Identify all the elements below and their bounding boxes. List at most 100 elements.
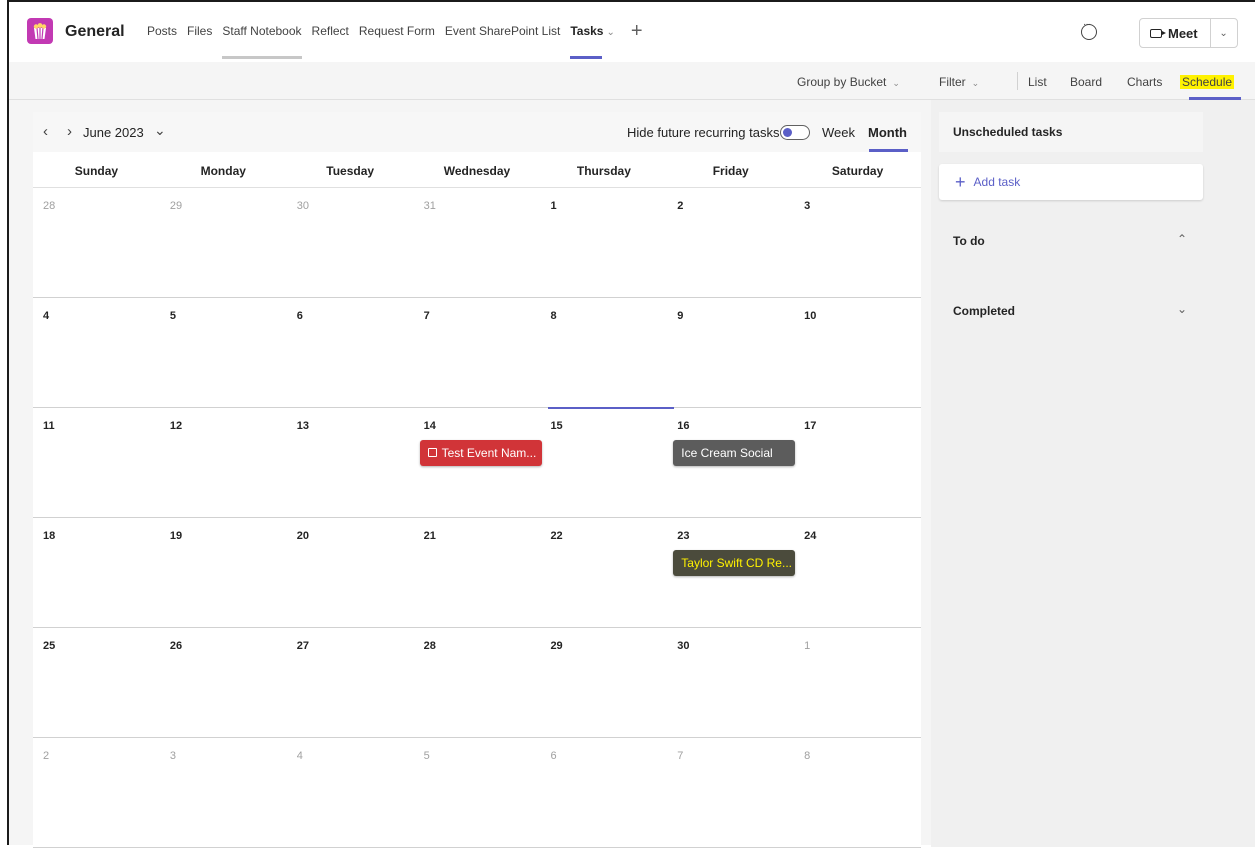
day-cell[interactable]: 10 — [794, 298, 921, 407]
day-number: 5 — [423, 750, 430, 762]
calendar-icon — [427, 448, 437, 457]
day-number: 12 — [169, 420, 183, 432]
filter-label: Filter — [939, 75, 966, 89]
bucket-label: Completed — [953, 304, 1016, 318]
meet-dropdown-chevron-icon[interactable]: ⌄ — [1211, 19, 1237, 47]
day-cell[interactable]: 8 — [794, 738, 921, 847]
next-month-chevron-icon[interactable]: › — [67, 123, 72, 140]
day-cell[interactable]: 12 — [160, 408, 287, 517]
day-number: 3 — [169, 750, 176, 762]
calendar-event[interactable]: Taylor Swift CD Re... — [673, 550, 796, 576]
day-cell[interactable]: 17 — [794, 408, 921, 517]
calendar-event[interactable]: Ice Cream Social — [673, 440, 796, 466]
day-cell[interactable]: 4 — [287, 738, 414, 847]
day-number: 27 — [296, 640, 309, 652]
tab-reflect[interactable]: Reflect — [312, 24, 349, 38]
day-cell[interactable]: 5 — [160, 298, 287, 407]
day-cell[interactable]: 3 — [794, 188, 921, 297]
charts-view-tab[interactable]: Charts — [1127, 75, 1162, 89]
day-cell[interactable]: 24 — [794, 518, 921, 627]
day-cell[interactable]: 30 — [287, 188, 414, 297]
chevron-down-icon[interactable]: ⌄ — [1177, 302, 1187, 316]
month-label[interactable]: June 2023 — [83, 125, 144, 140]
day-cell[interactable]: 6 — [287, 298, 414, 407]
bucket-label: To do — [953, 234, 985, 248]
day-cell[interactable]: 20 — [287, 518, 414, 627]
add-task-label: Add task — [973, 175, 1021, 189]
day-cell[interactable]: 7 — [667, 738, 794, 847]
day-cell[interactable]: 1 — [794, 628, 921, 737]
day-cell[interactable]: 5 — [414, 738, 541, 847]
day-number: 29 — [550, 640, 563, 652]
month-picker-chevron-icon[interactable]: ⌄ — [154, 122, 166, 139]
month-view-button[interactable]: Month — [868, 125, 907, 140]
day-cell[interactable]: 3 — [160, 738, 287, 847]
day-cell[interactable]: 21 — [414, 518, 541, 627]
day-cell[interactable]: 28 — [414, 628, 541, 737]
add-tab-plus-icon[interactable]: + — [631, 21, 643, 41]
chevron-up-icon[interactable]: ⌃ — [1177, 232, 1187, 246]
day-cell[interactable]: 15 — [540, 408, 667, 517]
tab-files[interactable]: Files — [187, 24, 212, 38]
day-number: 6 — [296, 310, 303, 322]
channel-tabs: Posts Files Staff Notebook Reflect Reque… — [147, 21, 643, 59]
day-number: 2 — [677, 200, 684, 212]
day-number: 19 — [169, 530, 183, 542]
day-cell[interactable]: 9 — [667, 298, 794, 407]
day-cell[interactable]: 18 — [33, 518, 160, 627]
day-cell[interactable]: 30 — [667, 628, 794, 737]
video-camera-icon — [1150, 28, 1166, 38]
day-cell[interactable]: 31 — [414, 188, 541, 297]
day-cell[interactable]: 7 — [414, 298, 541, 407]
group-by-bucket-dropdown[interactable]: Group by Bucket ⌄ — [797, 75, 900, 89]
day-cell[interactable]: 19 — [160, 518, 287, 627]
day-cell[interactable]: 1 — [540, 188, 667, 297]
weekday-header: Tuesday — [326, 164, 375, 178]
meet-button[interactable]: Meet — [1140, 19, 1211, 47]
hide-recurring-toggle[interactable] — [780, 125, 810, 140]
day-cell[interactable]: 28 — [33, 188, 160, 297]
day-cell[interactable]: 11 — [33, 408, 160, 517]
day-cell[interactable]: 2 — [33, 738, 160, 847]
weekday-header: Monday — [200, 164, 246, 178]
calendar-event[interactable]: Test Event Nam... — [419, 440, 542, 466]
day-cell[interactable]: 29 — [540, 628, 667, 737]
tab-posts[interactable]: Posts — [147, 24, 177, 38]
day-number: 20 — [296, 530, 309, 542]
add-task-button[interactable]: + Add task — [939, 164, 1203, 200]
day-cell[interactable]: 25 — [33, 628, 160, 737]
day-cell[interactable]: 27 — [287, 628, 414, 737]
bucket-to-do[interactable]: To do ⌃ — [953, 232, 1203, 248]
day-cell[interactable]: 2 — [667, 188, 794, 297]
tab-event-sharepoint-list[interactable]: Event SharePoint List — [445, 24, 560, 38]
chevron-down-icon: ⌄ — [606, 27, 615, 38]
board-view-tab[interactable]: Board — [1070, 75, 1102, 89]
schedule-view-tab[interactable]: Schedule — [1180, 75, 1235, 89]
day-number: 22 — [550, 530, 563, 542]
day-number: 28 — [43, 200, 56, 212]
day-cell[interactable]: 8 — [540, 298, 667, 407]
meet-label: Meet — [1168, 25, 1198, 41]
day-cell[interactable]: 16 Ice Cream Social — [667, 408, 796, 517]
previous-month-chevron-icon[interactable]: ‹ — [43, 123, 48, 140]
day-cell[interactable]: 29 — [160, 188, 287, 297]
week-view-button[interactable]: Week — [822, 125, 855, 140]
weekday-header: Sunday — [74, 164, 119, 178]
list-view-tab[interactable]: List — [1028, 75, 1047, 89]
tab-staff-notebook[interactable]: Staff Notebook — [222, 24, 302, 59]
day-number: 15 — [550, 420, 563, 432]
tab-tasks[interactable]: Tasks ⌄ — [570, 24, 615, 59]
day-cell[interactable]: 23 Taylor Swift CD Re... — [667, 518, 796, 627]
day-number: 13 — [296, 420, 309, 432]
tab-request-form[interactable]: Request Form — [359, 24, 435, 38]
bucket-completed[interactable]: Completed ⌄ — [953, 302, 1203, 318]
day-cell[interactable]: 26 — [160, 628, 287, 737]
conversation-chat-icon[interactable] — [1081, 19, 1097, 40]
filter-dropdown[interactable]: Filter ⌄ — [939, 75, 979, 89]
day-number: 31 — [423, 200, 436, 212]
day-cell[interactable]: 13 — [287, 408, 414, 517]
day-cell[interactable]: 6 — [540, 738, 667, 847]
day-cell[interactable]: 4 — [33, 298, 160, 407]
day-cell[interactable]: 22 — [540, 518, 667, 627]
day-cell[interactable]: 14 Test Event Nam... — [414, 408, 542, 517]
